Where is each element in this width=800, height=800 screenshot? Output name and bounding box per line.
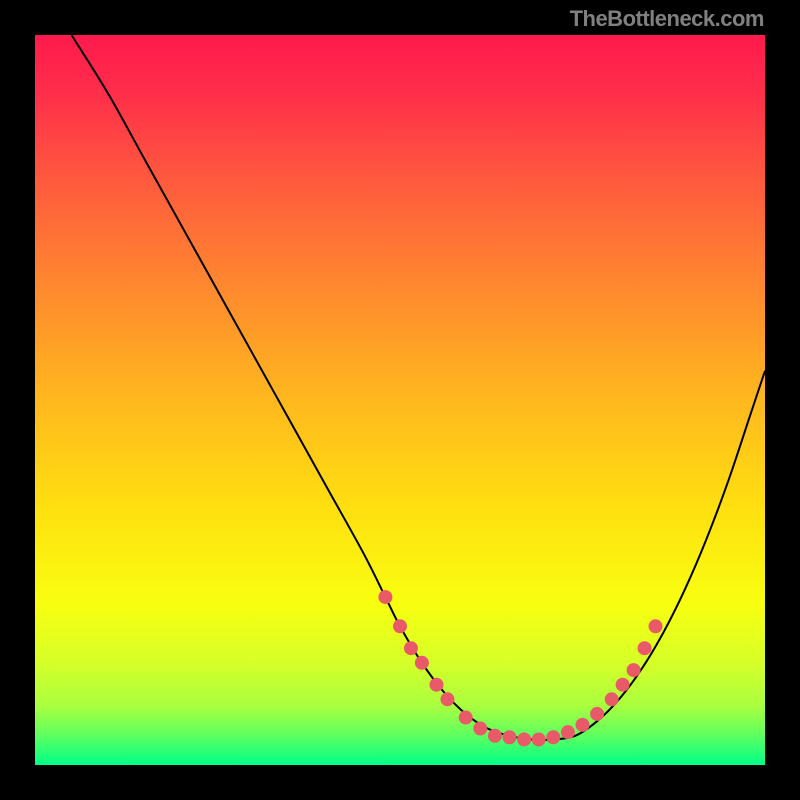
gradient-background (35, 35, 765, 765)
chart-frame: TheBottleneck.com (0, 0, 800, 800)
attribution-text: TheBottleneck.com (570, 6, 764, 32)
plot-area (35, 35, 765, 765)
